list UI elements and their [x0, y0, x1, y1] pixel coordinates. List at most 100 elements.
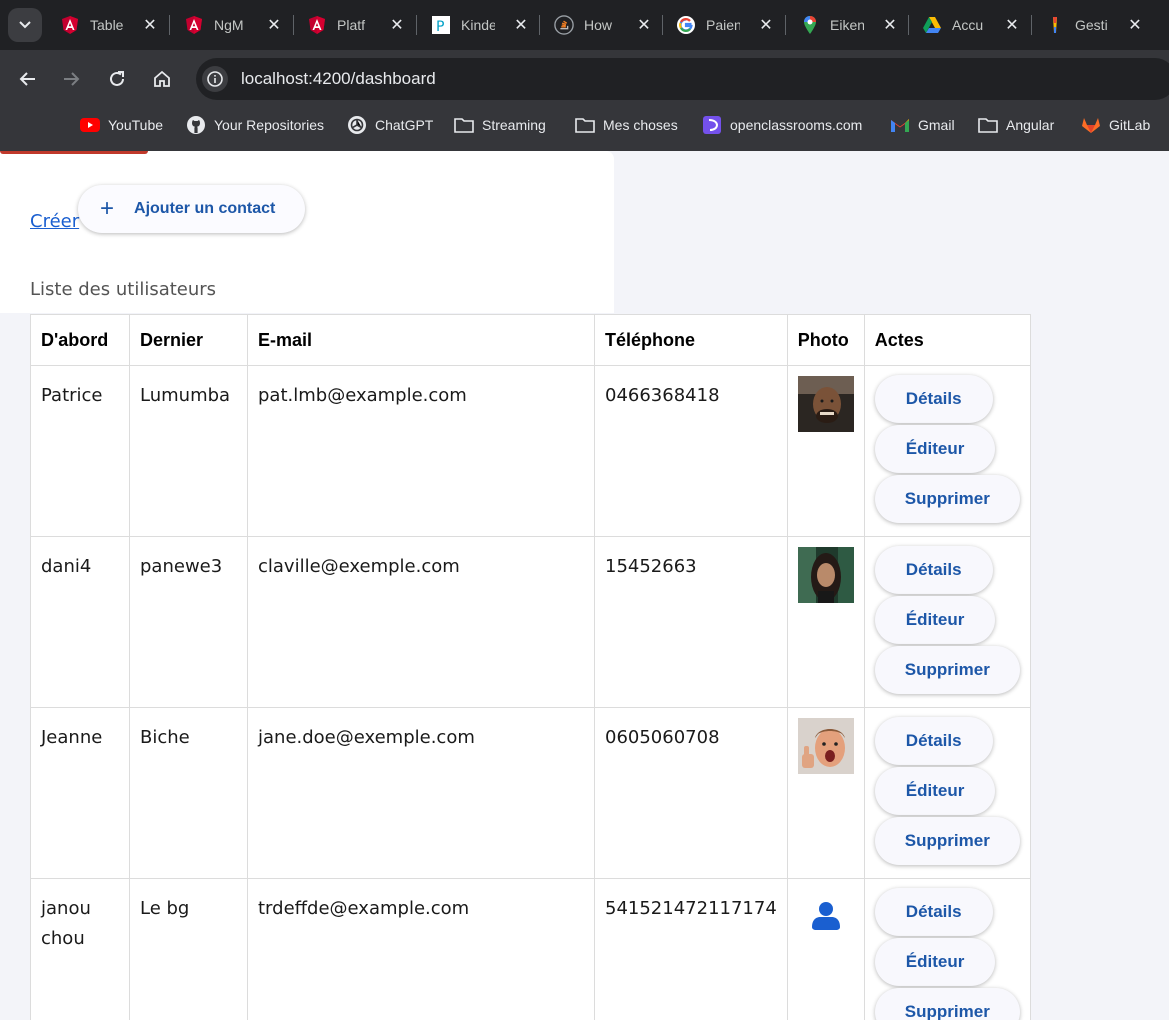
bookmarks-bar: YouTube Your Repositories ChatGPT Stream…: [0, 108, 1169, 142]
bookmark-label: Gmail: [918, 117, 955, 133]
close-icon[interactable]: ✕: [389, 15, 405, 35]
tab-table[interactable]: Table ✕: [60, 6, 158, 44]
youtube-icon: [80, 115, 100, 135]
user-photo: [797, 547, 854, 603]
tab-ngm[interactable]: NgM ✕: [184, 6, 282, 44]
address-bar[interactable]: localhost:4200/dashboard: [196, 58, 1169, 100]
default-avatar-icon: [811, 902, 840, 930]
cell-actions: Détails Éditeur Supprimer: [863, 536, 1031, 708]
delete-button[interactable]: Supprimer: [874, 988, 1020, 1020]
cell-first-name: Jeanne: [30, 707, 130, 879]
bookmark-gmail[interactable]: Gmail: [890, 112, 955, 138]
header-last-name: Dernier: [129, 314, 248, 366]
cell-actions: Détails Éditeur Supprimer: [863, 878, 1031, 1020]
close-icon[interactable]: ✕: [1004, 15, 1020, 35]
tab-title: Kinde: [461, 17, 495, 33]
cell-email: jane.doe@exemple.com: [247, 707, 595, 879]
tab-divider: [416, 15, 417, 35]
tab-divider: [293, 15, 294, 35]
details-button[interactable]: Détails: [874, 375, 993, 423]
bookmark-folder-mes-choses[interactable]: Mes choses: [575, 112, 678, 138]
site-info-icon[interactable]: [202, 66, 228, 92]
cell-photo: [786, 536, 865, 708]
url-text[interactable]: localhost:4200/dashboard: [241, 69, 436, 89]
delete-button[interactable]: Supprimer: [874, 475, 1020, 523]
tab-title: How: [584, 17, 613, 33]
tab-divider: [1031, 15, 1032, 35]
cell-last-name: panewe3: [129, 536, 248, 708]
bookmark-label: openclassrooms.com: [730, 117, 863, 133]
gitlab-icon: [1081, 115, 1101, 135]
tab-title: Accu: [952, 17, 984, 33]
plus-icon: +: [100, 195, 115, 222]
bookmark-label: GitLab: [1109, 117, 1151, 133]
tab-eiken[interactable]: Eiken ✕: [800, 6, 898, 44]
details-button[interactable]: Détails: [874, 888, 993, 936]
reload-button[interactable]: [102, 64, 132, 94]
tab-divider: [785, 15, 786, 35]
header-phone: Téléphone: [594, 314, 788, 366]
cell-photo: [786, 365, 865, 537]
tab-paien[interactable]: Paien ✕: [676, 6, 774, 44]
delete-button[interactable]: Supprimer: [874, 646, 1020, 694]
tab-accu[interactable]: Accu ✕: [922, 6, 1020, 44]
close-icon[interactable]: ✕: [758, 15, 774, 35]
cell-last-name: Biche: [129, 707, 248, 879]
delete-button[interactable]: Supprimer: [874, 817, 1020, 865]
tab-platf[interactable]: Platf ✕: [307, 6, 405, 44]
edit-button[interactable]: Éditeur: [874, 938, 996, 986]
edit-button[interactable]: Éditeur: [874, 425, 996, 473]
reload-icon: [110, 71, 124, 86]
forward-arrow-icon: [64, 72, 80, 86]
bookmark-label: Mes choses: [603, 117, 678, 133]
close-icon[interactable]: ✕: [266, 15, 282, 35]
tab-divider: [169, 15, 170, 35]
details-button[interactable]: Détails: [874, 546, 993, 594]
tab-title: Platf: [337, 17, 366, 33]
bookmark-folder-streaming[interactable]: Streaming: [454, 112, 546, 138]
close-icon[interactable]: ✕: [636, 15, 652, 35]
kinde-icon: P: [431, 15, 451, 35]
forward-button[interactable]: [56, 64, 86, 94]
maps-icon: [800, 15, 820, 35]
back-button[interactable]: [13, 64, 43, 94]
user-photo: [797, 718, 854, 774]
header-photo: Photo: [786, 314, 865, 366]
close-icon[interactable]: ✕: [882, 15, 898, 35]
bookmark-gitlab[interactable]: GitLab: [1081, 112, 1150, 138]
tab-kinde[interactable]: P Kinde ✕: [431, 6, 529, 44]
header-email: E-mail: [247, 314, 595, 366]
cell-actions: Détails Éditeur Supprimer: [863, 707, 1031, 879]
tab-title: Table: [90, 17, 124, 33]
cell-phone: 541521472117174: [594, 878, 788, 1020]
add-contact-label: Ajouter un contact: [134, 200, 276, 217]
tab-search-button[interactable]: [8, 8, 42, 42]
google-icon: [676, 15, 696, 35]
add-contact-button[interactable]: + Ajouter un contact: [78, 185, 306, 233]
bookmark-github[interactable]: Your Repositories: [186, 112, 324, 138]
header-actions: Actes: [863, 314, 1031, 366]
github-icon: [186, 115, 206, 135]
close-icon[interactable]: ✕: [513, 15, 529, 35]
tab-how[interactable]: How ✕: [554, 6, 652, 44]
cell-photo: [786, 707, 865, 879]
table-row: janou chou Le bg trdeffde@example.com 54…: [30, 878, 1031, 1020]
bookmark-chatgpt[interactable]: ChatGPT: [347, 112, 433, 138]
cell-first-name: dani4: [30, 536, 130, 708]
bookmark-folder-angular[interactable]: Angular: [978, 112, 1054, 138]
user-photo: [797, 376, 854, 432]
bookmark-youtube[interactable]: YouTube: [80, 112, 163, 138]
details-button[interactable]: Détails: [874, 717, 993, 765]
openclassrooms-icon: [702, 115, 722, 135]
close-icon[interactable]: ✕: [142, 15, 158, 35]
home-button[interactable]: [147, 64, 177, 94]
close-icon[interactable]: ✕: [1127, 15, 1143, 35]
bookmark-openclassrooms[interactable]: openclassrooms.com: [702, 112, 862, 138]
edit-button[interactable]: Éditeur: [874, 767, 996, 815]
create-link[interactable]: Créer: [30, 211, 79, 232]
bookmark-label: YouTube: [108, 117, 164, 133]
edit-button[interactable]: Éditeur: [874, 596, 996, 644]
tab-divider: [662, 15, 663, 35]
tab-gesti[interactable]: Gesti ✕: [1045, 6, 1143, 44]
table-row: dani4 panewe3 claville@exemple.com 15452…: [30, 536, 1031, 708]
